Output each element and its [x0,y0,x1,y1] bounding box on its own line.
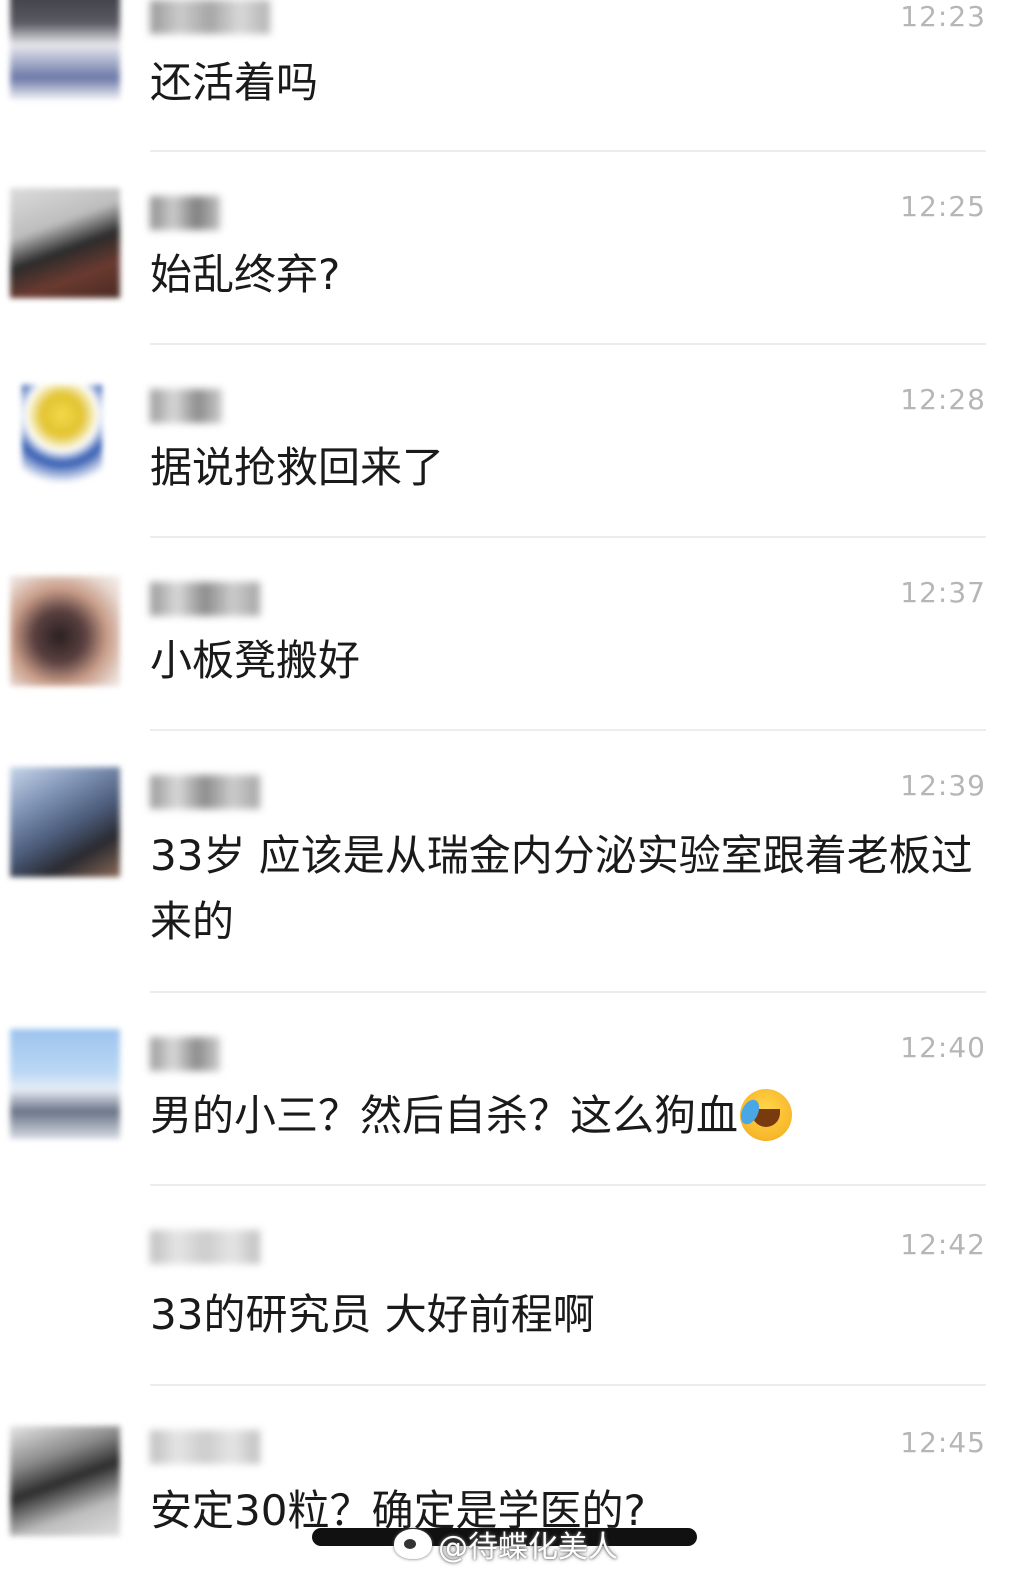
message-text: 男的小三？然后自杀？这么狗血 [150,1083,980,1149]
avatar[interactable] [10,1029,120,1139]
sender-name-blurred [150,1037,220,1071]
weibo-icon [394,1529,432,1559]
message-text: 33的研究员 大好前程啊 [150,1290,595,1339]
chat-message-3[interactable]: 12:28 据说抢救回来了 [0,345,1016,538]
avatar[interactable] [10,767,120,877]
chat-message-1[interactable]: 12:23 还活着吗 [0,0,1016,152]
chat-message-5[interactable]: 12:39 33岁 应该是从瑞金内分泌实验室跟着老板过来的 [0,731,1016,993]
sender-name-blurred [150,775,260,809]
avatar[interactable] [10,0,120,100]
sender-name-blurred [150,1430,260,1464]
message-time: 12:39 [900,769,986,802]
message-text: 据说抢救回来了 [150,443,445,492]
message-time: 12:42 [900,1228,986,1261]
avatar[interactable] [10,576,120,686]
watermark-text: @待蝶化美人 [438,1530,618,1565]
laughing-crying-emoji-icon [740,1088,793,1141]
chat-message-2[interactable]: 12:25 始乱终弃? [0,152,1016,345]
message-time: 12:45 [900,1426,986,1459]
message-text-content: 男的小三？然后自杀？这么狗血 [150,1091,739,1140]
message-time: 12:40 [900,1031,986,1064]
sender-name-blurred [150,196,220,230]
message-time: 12:25 [900,190,986,223]
sender-name-blurred [150,1230,260,1264]
chat-message-6[interactable]: 12:40 男的小三？然后自杀？这么狗血 [0,993,1016,1186]
sender-name-blurred [150,389,222,423]
sender-name-blurred [150,0,270,34]
avatar[interactable] [10,188,120,298]
chat-message-4[interactable]: 12:37 小板凳搬好 [0,538,1016,731]
message-time: 12:37 [900,576,986,609]
avatar[interactable] [10,1426,120,1536]
message-text: 33岁 应该是从瑞金内分泌实验室跟着老板过来的 [150,831,973,946]
watermark: @待蝶化美人 [394,1524,618,1565]
message-time: 12:23 [900,0,986,33]
message-text: 小板凳搬好 [150,636,361,685]
message-text: 还活着吗 [150,58,319,107]
avatar[interactable] [22,385,102,485]
chat-message-7[interactable]: 12:42 33的研究员 大好前程啊 [0,1186,1016,1386]
sender-name-blurred [150,582,260,616]
message-time: 12:28 [900,383,986,416]
message-text: 始乱终弃? [150,250,341,299]
